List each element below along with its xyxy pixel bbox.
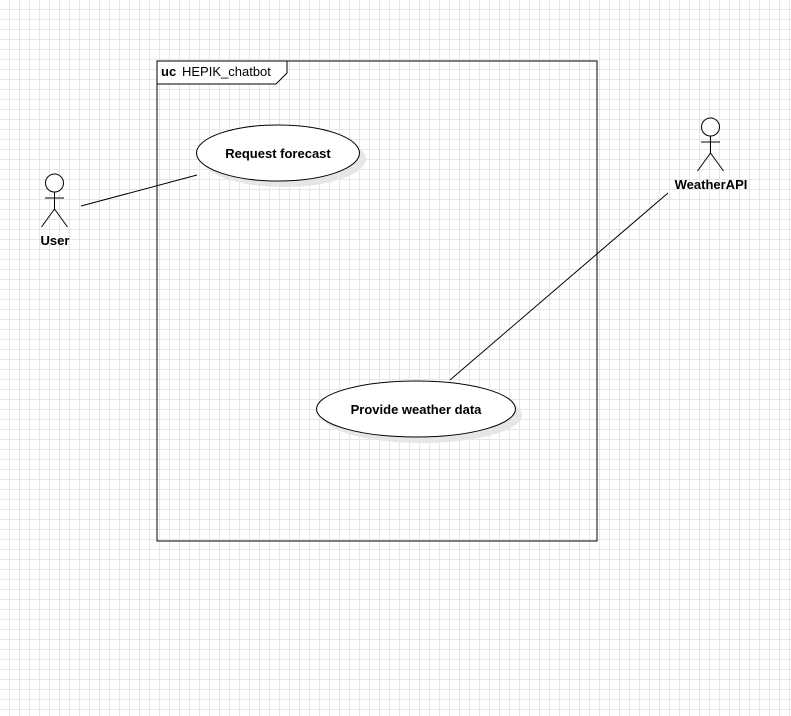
actor-label: WeatherAPI (675, 177, 748, 192)
system-keyword: uc (161, 64, 176, 79)
actor-weatherapi[interactable]: WeatherAPI (675, 117, 748, 192)
use-case-label: Request forecast (225, 146, 331, 161)
actor-label: User (41, 233, 70, 248)
use-case-label: Provide weather data (351, 402, 483, 417)
association-weatherapi-provide-weather-data[interactable] (449, 192, 669, 381)
stick-figure-icon (697, 117, 724, 172)
actor-user[interactable]: User (41, 173, 70, 248)
use-case-request-forecast[interactable]: Request forecast (196, 124, 367, 187)
use-case-provide-weather-data[interactable]: Provide weather data (316, 380, 523, 443)
use-case-diagram: uc HEPIK_chatbot Request forecast Provid… (41, 60, 748, 542)
diagram-canvas: uc HEPIK_chatbot Request forecast Provid… (0, 0, 791, 711)
association-user-request-forecast[interactable] (80, 174, 198, 207)
stick-figure-icon (41, 173, 68, 228)
system-name: HEPIK_chatbot (182, 64, 271, 79)
